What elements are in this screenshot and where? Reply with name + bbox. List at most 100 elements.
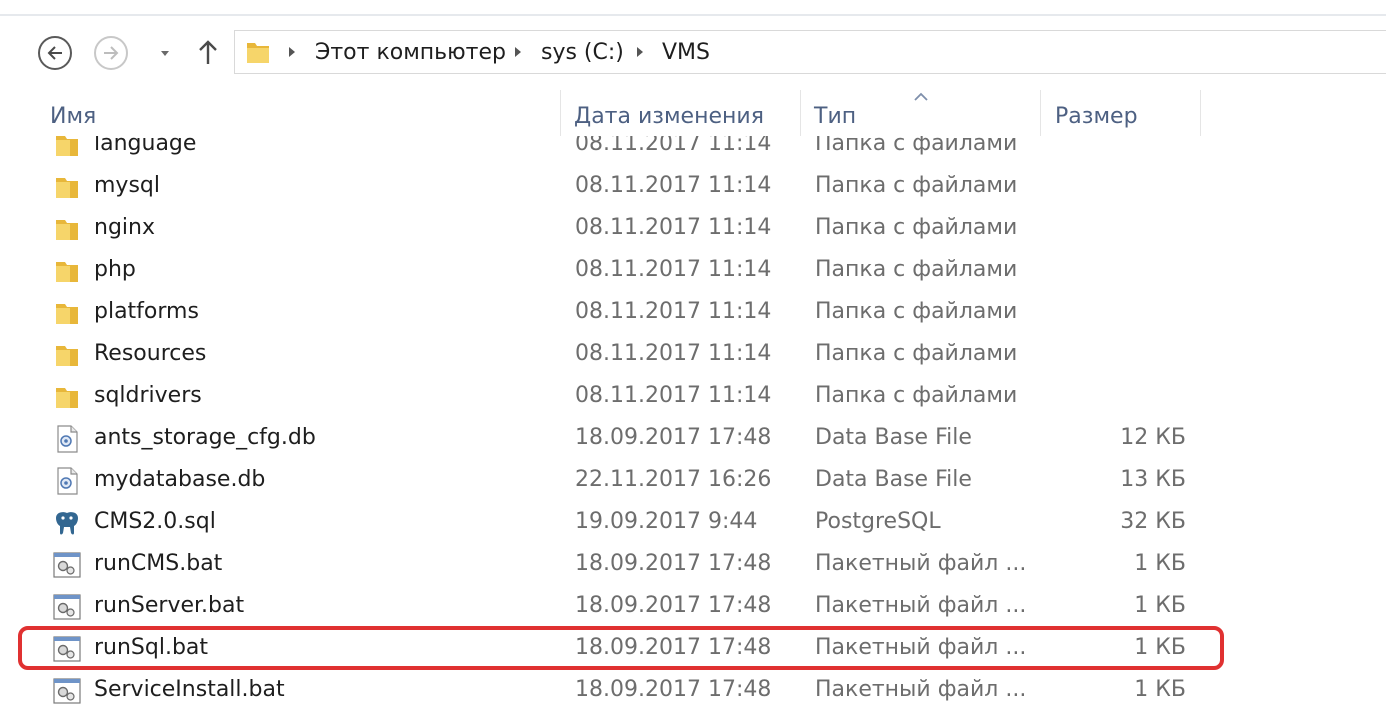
file-type: Папка с файлами [815, 341, 1018, 366]
chevron-right-icon[interactable] [635, 45, 645, 59]
file-row[interactable]: mysql 08.11.2017 11:14 Папка с файлами [0, 165, 1386, 207]
file-size: 13 КБ [1120, 467, 1186, 492]
db-file-icon [57, 467, 78, 495]
file-name: mysql [94, 173, 160, 198]
column-header-name[interactable]: Имя [50, 104, 96, 129]
file-type: Папка с файлами [815, 257, 1018, 282]
column-header-row: Имя Дата изменения Тип Размер [0, 90, 1386, 136]
file-type: Пакетный файл ... [815, 677, 1027, 702]
file-name: nginx [94, 215, 155, 240]
file-name: language [94, 136, 197, 156]
file-date: 08.11.2017 11:14 [575, 383, 772, 408]
file-name: sqldrivers [94, 383, 202, 408]
file-row[interactable]: ServiceInstall.bat 18.09.2017 17:48 Паке… [0, 669, 1386, 709]
folder-icon [247, 43, 269, 63]
file-type: Папка с файлами [815, 173, 1018, 198]
file-row[interactable]: sqldrivers 08.11.2017 11:14 Папка с файл… [0, 375, 1386, 417]
db-file-icon [57, 425, 78, 453]
file-name: mydatabase.db [94, 467, 266, 492]
navigation-bar: Этот компьютер sys (C:) VMS [0, 24, 1386, 82]
file-type: Пакетный файл ... [815, 551, 1027, 576]
folder-icon [56, 304, 78, 324]
file-size: 12 КБ [1120, 425, 1186, 450]
file-date: 18.09.2017 17:48 [575, 593, 772, 618]
window-top-divider [0, 14, 1386, 16]
file-date: 08.11.2017 11:14 [575, 173, 772, 198]
file-type: Папка с файлами [815, 215, 1018, 240]
file-type: Папка с файлами [815, 136, 1018, 156]
column-divider[interactable] [560, 90, 561, 136]
file-name: platforms [94, 299, 199, 324]
breadcrumb-vms[interactable]: VMS [662, 40, 710, 65]
file-date: 08.11.2017 11:14 [575, 341, 772, 366]
file-type: Пакетный файл ... [815, 593, 1027, 618]
file-date: 18.09.2017 17:48 [575, 425, 772, 450]
breadcrumb-drive-c[interactable]: sys (C:) [541, 40, 624, 65]
forward-button[interactable] [94, 36, 128, 70]
chevron-right-icon[interactable] [513, 45, 523, 59]
column-header-type[interactable]: Тип [814, 104, 856, 129]
file-size: 1 КБ [1134, 593, 1186, 618]
file-row[interactable]: platforms 08.11.2017 11:14 Папка с файла… [0, 291, 1386, 333]
file-name: php [94, 257, 136, 282]
file-row[interactable]: runCMS.bat 18.09.2017 17:48 Пакетный фай… [0, 543, 1386, 585]
folder-icon [56, 346, 78, 366]
file-row[interactable]: language 08.11.2017 11:14 Папка с файлам… [0, 136, 1386, 165]
file-name: ants_storage_cfg.db [94, 425, 316, 450]
recent-locations-button[interactable] [156, 44, 174, 62]
file-date: 08.11.2017 11:14 [575, 257, 772, 282]
file-name: runCMS.bat [94, 551, 223, 576]
file-type: Data Base File [815, 425, 972, 450]
breadcrumb-this-pc[interactable]: Этот компьютер [315, 40, 506, 65]
arrow-right-icon [104, 46, 119, 60]
file-date: 19.09.2017 9:44 [575, 509, 758, 534]
file-name: Resources [94, 341, 207, 366]
file-row[interactable]: runServer.bat 18.09.2017 17:48 Пакетный … [0, 585, 1386, 627]
file-date: 18.09.2017 17:48 [575, 551, 772, 576]
column-divider[interactable] [800, 90, 801, 136]
address-bar[interactable]: Этот компьютер sys (C:) VMS [234, 30, 1386, 74]
file-row[interactable]: CMS2.0.sql 19.09.2017 9:44 PostgreSQL 32… [0, 501, 1386, 543]
file-row[interactable]: php 08.11.2017 11:14 Папка с файлами [0, 249, 1386, 291]
file-list: language 08.11.2017 11:14 Папка с файлам… [0, 136, 1386, 709]
up-button[interactable] [196, 38, 220, 68]
arrow-left-icon [47, 46, 62, 60]
file-date: 08.11.2017 11:14 [575, 215, 772, 240]
file-date: 22.11.2017 16:26 [575, 467, 772, 492]
sort-ascending-icon [914, 92, 928, 101]
column-header-size[interactable]: Размер [1055, 104, 1138, 129]
file-name: CMS2.0.sql [94, 509, 216, 534]
red-highlight-box [18, 626, 1224, 670]
folder-icon [56, 178, 78, 198]
batch-file-icon [53, 552, 81, 578]
file-size: 1 КБ [1134, 551, 1186, 576]
file-row[interactable]: Resources 08.11.2017 11:14 Папка с файла… [0, 333, 1386, 375]
arrow-up-icon [199, 40, 217, 64]
back-button[interactable] [38, 36, 72, 70]
file-date: 08.11.2017 11:14 [575, 299, 772, 324]
file-name: runServer.bat [94, 593, 245, 618]
file-row[interactable]: ants_storage_cfg.db 18.09.2017 17:48 Dat… [0, 417, 1386, 459]
file-date: 18.09.2017 17:48 [575, 677, 772, 702]
column-header-date[interactable]: Дата изменения [574, 104, 764, 129]
chevron-down-icon [161, 51, 169, 56]
file-type: Data Base File [815, 467, 972, 492]
folder-icon [56, 262, 78, 282]
column-divider[interactable] [1200, 90, 1201, 136]
batch-file-icon [53, 594, 81, 620]
postgresql-icon [56, 512, 78, 535]
file-size: 32 КБ [1120, 509, 1186, 534]
column-divider[interactable] [1040, 90, 1041, 136]
file-type: Папка с файлами [815, 299, 1018, 324]
file-type: PostgreSQL [815, 509, 941, 534]
folder-icon [56, 388, 78, 408]
folder-icon [56, 136, 78, 156]
batch-file-icon [53, 678, 81, 704]
file-row[interactable]: mydatabase.db 22.11.2017 16:26 Data Base… [0, 459, 1386, 501]
file-size: 1 КБ [1134, 677, 1186, 702]
file-row[interactable]: nginx 08.11.2017 11:14 Папка с файлами [0, 207, 1386, 249]
file-type: Папка с файлами [815, 383, 1018, 408]
folder-icon [56, 220, 78, 240]
chevron-right-icon[interactable] [287, 45, 297, 59]
file-name: ServiceInstall.bat [94, 677, 285, 702]
